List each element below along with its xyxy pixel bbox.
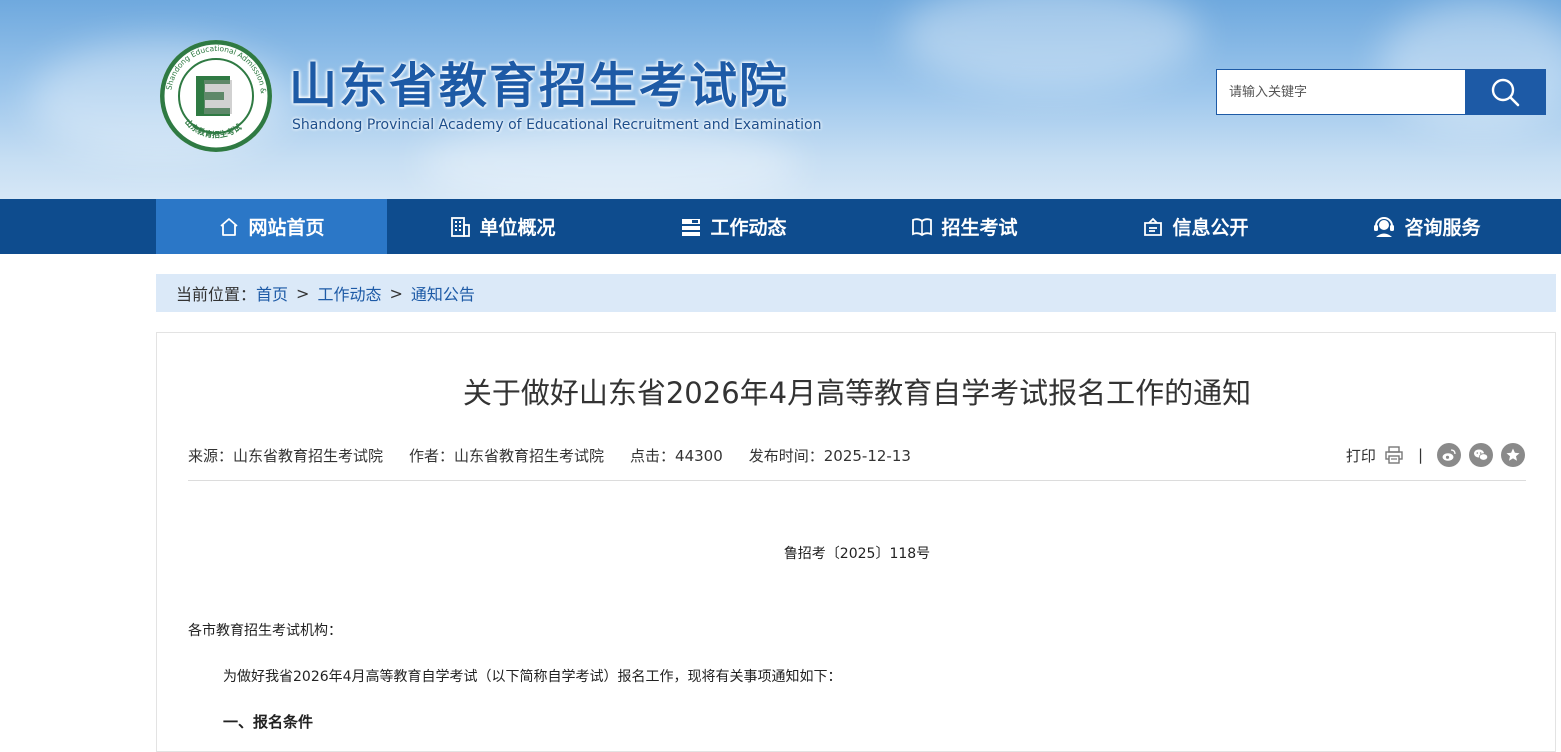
nav-item-about[interactable]: 单位概况 bbox=[387, 199, 618, 254]
article-meta: 来源：山东省教育招生考试院 作者：山东省教育招生考试院 点击：44300 发布时… bbox=[188, 445, 911, 466]
breadcrumb: 当前位置： 首页 > 工作动态 > 通知公告 bbox=[156, 274, 1556, 312]
nav-item-disclosure[interactable]: 信息公开 bbox=[1080, 199, 1311, 254]
search-box bbox=[1216, 69, 1546, 115]
article-panel: 关于做好山东省2026年4月高等教育自学考试报名工作的通知 来源：山东省教育招生… bbox=[156, 332, 1556, 752]
building-icon bbox=[451, 216, 471, 237]
weibo-icon bbox=[1442, 449, 1456, 461]
article-clicks: 点击：44300 bbox=[630, 447, 723, 465]
article-author: 作者：山东省教育招生考试院 bbox=[409, 447, 605, 465]
intro-paragraph: 为做好我省2026年4月高等教育自学考试（以下简称自学考试）报名工作，现将有关事… bbox=[223, 669, 842, 685]
site-emblem-logo[interactable]: Shandong Educational Admission & Examina… bbox=[160, 40, 272, 152]
nav-item-exams[interactable]: 招生考试 bbox=[849, 199, 1080, 254]
share-wechat-button[interactable] bbox=[1469, 443, 1493, 467]
star-icon bbox=[1506, 448, 1520, 461]
site-header: Shandong Educational Admission & Examina… bbox=[0, 0, 1561, 199]
article-title: 关于做好山东省2026年4月高等教育自学考试报名工作的通知 bbox=[462, 376, 1252, 410]
article-source: 来源：山东省教育招生考试院 bbox=[188, 447, 384, 465]
book-icon bbox=[912, 217, 933, 236]
breadcrumb-link-news[interactable]: 工作动态 bbox=[317, 281, 381, 305]
print-link[interactable]: 打印 bbox=[1346, 445, 1376, 466]
nav-item-consult[interactable]: 咨询服务 bbox=[1311, 199, 1542, 254]
nav-item-home[interactable]: 网站首页 bbox=[156, 199, 387, 254]
breadcrumb-prefix: 当前位置： bbox=[176, 285, 257, 304]
meta-divider bbox=[188, 480, 1526, 481]
info-icon bbox=[1144, 217, 1163, 236]
site-title-en: Shandong Provincial Academy of Education… bbox=[292, 117, 822, 133]
search-input[interactable] bbox=[1217, 70, 1465, 114]
nav-item-news[interactable]: 工作动态 bbox=[618, 199, 849, 254]
search-icon bbox=[1491, 78, 1520, 107]
salutation: 各市教育招生考试机构： bbox=[188, 623, 342, 639]
nav-item-label: 单位概况 bbox=[479, 217, 556, 239]
document-number: 鲁招考〔2025〕118号 bbox=[783, 546, 931, 562]
article-publish-date: 发布时间：2025-12-13 bbox=[748, 447, 911, 465]
nav-item-label: 网站首页 bbox=[248, 217, 325, 239]
nav-item-label: 工作动态 bbox=[710, 217, 787, 239]
headset-icon bbox=[1374, 216, 1395, 237]
breadcrumb-link-home[interactable]: 首页 bbox=[256, 281, 288, 305]
header-cloud bbox=[900, 0, 1200, 90]
site-title-cn[interactable]: 山东省教育招生考试院 bbox=[289, 58, 789, 114]
main-nav: 网站首页 单位概况 工作动态 招生考试 信息公开 咨询服务 bbox=[0, 199, 1561, 254]
search-button[interactable] bbox=[1465, 70, 1545, 114]
wechat-icon bbox=[1474, 449, 1489, 461]
nav-item-label: 信息公开 bbox=[1172, 217, 1249, 239]
printer-icon[interactable] bbox=[1384, 445, 1404, 465]
list-icon bbox=[682, 218, 701, 236]
tools-separator: | bbox=[1417, 446, 1423, 464]
share-weibo-button[interactable] bbox=[1437, 443, 1461, 467]
breadcrumb-link-notices[interactable]: 通知公告 bbox=[411, 281, 475, 305]
nav-item-label: 招生考试 bbox=[941, 217, 1018, 239]
section-heading: 一、报名条件 bbox=[223, 713, 314, 731]
breadcrumb-separator: > bbox=[389, 283, 403, 303]
favorite-button[interactable] bbox=[1501, 443, 1525, 467]
article-tools: 打印 | bbox=[1346, 443, 1525, 467]
breadcrumb-separator: > bbox=[296, 283, 310, 303]
home-icon bbox=[220, 217, 239, 236]
nav-item-label: 咨询服务 bbox=[1404, 217, 1481, 239]
